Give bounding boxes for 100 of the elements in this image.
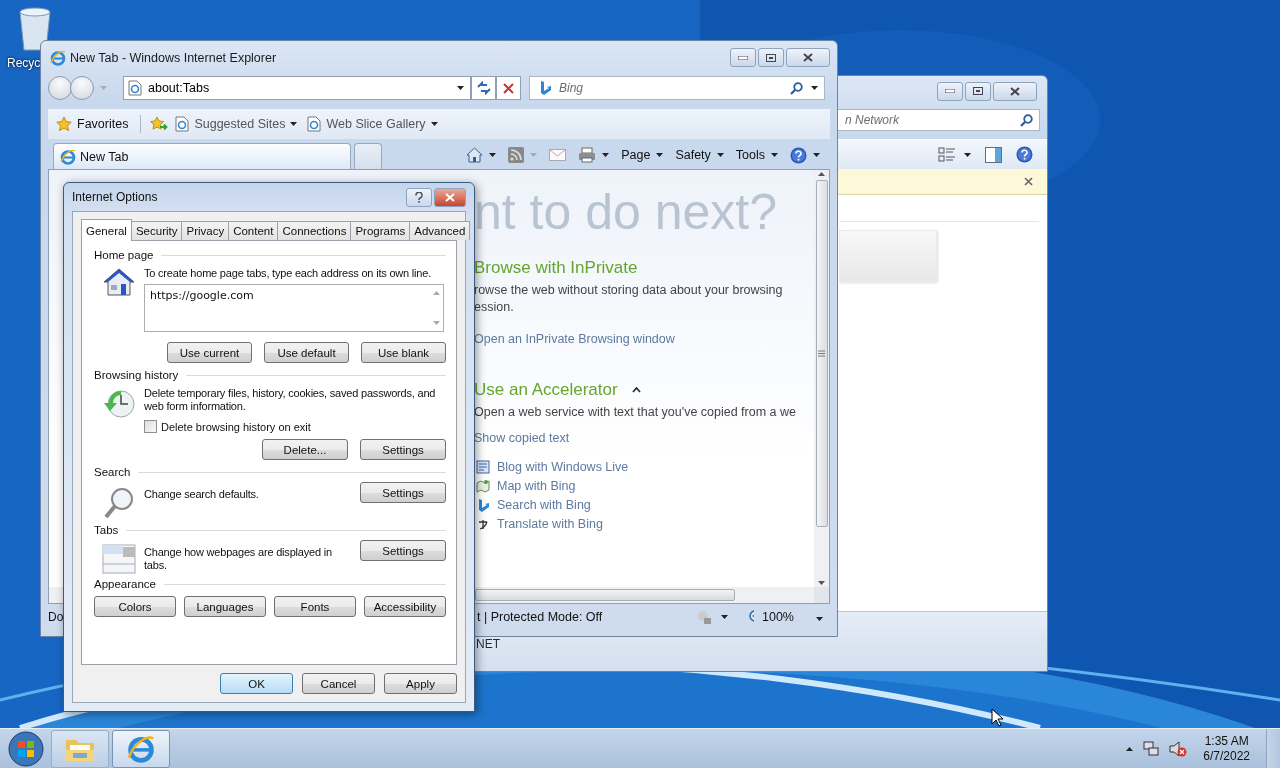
stop-button[interactable] xyxy=(496,76,521,100)
dialog-tab[interactable]: Programs xyxy=(350,221,411,240)
browser-logo-icon xyxy=(50,50,66,66)
dialog-button[interactable]: Apply xyxy=(384,673,457,694)
maximize-icon xyxy=(766,53,776,62)
view-list-icon[interactable] xyxy=(938,146,956,163)
checkbox-label[interactable]: Delete browsing history on exit xyxy=(161,420,311,433)
section-heading: Tabs xyxy=(94,524,119,536)
dialog-tab[interactable]: Security xyxy=(130,221,183,240)
help-icon[interactable] xyxy=(790,146,807,164)
preview-pane-icon[interactable] xyxy=(985,146,1002,163)
print-button[interactable] xyxy=(578,147,610,163)
vertical-scrollbar[interactable] xyxy=(814,170,829,587)
caret-icon xyxy=(290,122,298,126)
dialog-tab[interactable]: Advanced xyxy=(409,221,471,240)
magnifier-icon xyxy=(102,486,136,520)
caret-icon xyxy=(818,172,825,176)
help-icon[interactable] xyxy=(1016,146,1033,163)
caret-icon xyxy=(818,581,825,585)
favorites-button[interactable]: Favorites xyxy=(53,116,132,132)
dialog-tab[interactable]: Connections xyxy=(277,221,352,240)
maximize-button[interactable] xyxy=(965,81,991,101)
dialog-button[interactable]: Languages xyxy=(184,596,266,617)
volume-muted-icon[interactable] xyxy=(1169,740,1188,757)
close-icon xyxy=(1010,86,1020,96)
dialog-button[interactable]: OK xyxy=(220,673,293,694)
network-icon[interactable] xyxy=(1143,740,1160,757)
clock-time[interactable]: 1:35 AM xyxy=(1204,733,1249,749)
caret-icon xyxy=(432,321,440,325)
close-button[interactable] xyxy=(786,48,830,67)
taskbar-button[interactable] xyxy=(112,729,170,768)
dialog-button[interactable]: Use blank xyxy=(361,342,446,363)
recycle-bin-icon[interactable] xyxy=(16,6,54,52)
address-field[interactable]: about:Tabs xyxy=(123,76,471,100)
feeds-button[interactable] xyxy=(508,147,538,163)
accelerator-link[interactable]: Map with Bing xyxy=(497,478,576,493)
maximize-button[interactable] xyxy=(758,48,784,67)
checkbox[interactable] xyxy=(144,420,157,433)
section-text: Change how webpages are displayed in tabs. xyxy=(144,545,333,572)
refresh-button[interactable] xyxy=(471,76,496,100)
dialog-button[interactable]: Accessibility xyxy=(364,596,446,617)
dialog-button[interactable]: Settings xyxy=(360,482,446,503)
dialog-button[interactable]: Delete... xyxy=(262,439,348,460)
dialog-tab[interactable]: Content xyxy=(228,221,279,240)
help-icon xyxy=(415,191,423,203)
collapse-icon[interactable] xyxy=(631,387,641,393)
search-icon[interactable] xyxy=(790,81,803,95)
page-link[interactable]: Show copied text xyxy=(474,431,570,445)
help-button[interactable] xyxy=(406,187,432,207)
maximize-icon xyxy=(973,87,983,95)
section-heading: Appearance xyxy=(94,578,157,590)
close-icon[interactable] xyxy=(1024,177,1033,186)
tabs-icon xyxy=(102,544,136,574)
search-field[interactable]: Bing xyxy=(529,76,825,100)
status-text: Do xyxy=(48,610,64,624)
zoom-icon[interactable] xyxy=(749,610,754,624)
close-button[interactable] xyxy=(434,187,466,207)
add-favorite-icon[interactable] xyxy=(150,116,169,132)
dialog-button[interactable]: Fonts xyxy=(274,596,356,617)
home-button[interactable] xyxy=(466,147,497,163)
page-icon xyxy=(128,80,142,96)
accelerator-link[interactable]: Blog with Windows Live xyxy=(497,459,629,474)
dialog-button[interactable]: Settings xyxy=(360,439,446,460)
clock-date[interactable]: 6/7/2022 xyxy=(1203,748,1250,764)
browser-logo-icon xyxy=(127,734,155,763)
grip-icon xyxy=(818,350,825,357)
caret-icon xyxy=(432,291,440,295)
dialog-button[interactable]: Settings xyxy=(360,540,446,561)
page-icon xyxy=(307,116,322,132)
dialog-button[interactable]: Colors xyxy=(94,596,176,617)
accelerator-link[interactable]: Search with Bing xyxy=(497,497,591,512)
stop-icon xyxy=(503,82,514,94)
section-heading: Browsing history xyxy=(94,369,179,381)
close-button[interactable] xyxy=(993,81,1037,101)
zoom-level[interactable]: 100% xyxy=(762,610,794,624)
browser-tab[interactable]: New Tab xyxy=(53,143,351,169)
map-icon xyxy=(476,478,490,493)
details-text: NET xyxy=(476,637,500,651)
page-link[interactable]: Open an InPrivate Browsing window xyxy=(474,332,675,346)
favorites-bar-link[interactable]: Suggested Sites xyxy=(172,116,301,132)
accelerator-link[interactable]: Translate with Bing xyxy=(497,516,603,531)
command-menu[interactable]: Page xyxy=(621,148,664,162)
search-icon[interactable] xyxy=(1020,113,1033,127)
window-title: New Tab - Windows Internet Explorer xyxy=(70,51,278,65)
favorites-bar-link[interactable]: Web Slice Gallery xyxy=(304,116,441,132)
command-menu[interactable]: Tools xyxy=(735,148,778,162)
command-menu[interactable]: Safety xyxy=(675,148,724,162)
dialog-button[interactable]: Cancel xyxy=(302,673,375,694)
dialog-tab[interactable]: General xyxy=(81,219,132,241)
dialog-button[interactable]: Use default xyxy=(264,342,349,363)
caret-icon xyxy=(602,153,610,157)
feed-icon xyxy=(508,147,525,163)
dialog-button[interactable]: Use current xyxy=(167,342,252,363)
desktop-icon-label[interactable]: Recyc xyxy=(7,56,41,70)
help-menu[interactable] xyxy=(790,146,820,164)
home-icon xyxy=(466,147,484,163)
bing-logo-icon xyxy=(476,497,490,512)
section-title: Browse with InPrivate xyxy=(474,258,639,278)
home-page-field[interactable]: https://google.com xyxy=(144,284,444,332)
dialog-tab[interactable]: Privacy xyxy=(181,221,230,240)
